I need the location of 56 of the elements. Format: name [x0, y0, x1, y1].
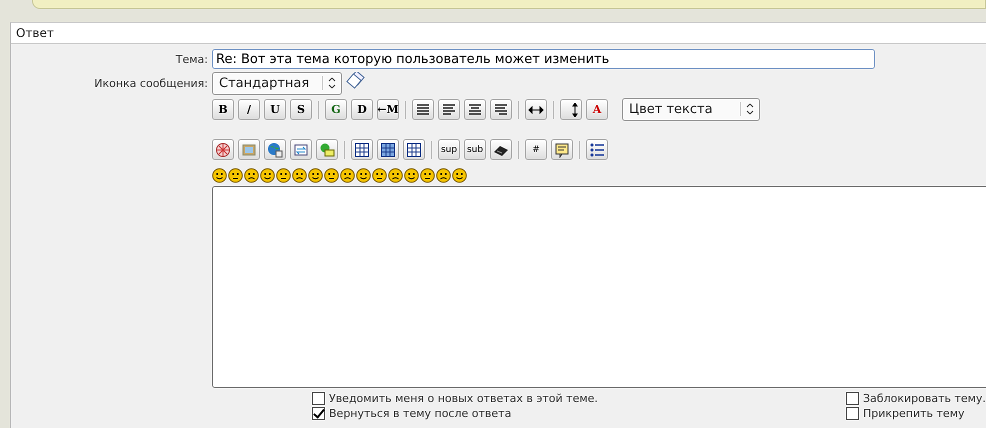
smiley-icon[interactable] — [420, 168, 435, 183]
format-button[interactable]: S — [290, 99, 312, 120]
smiley-icon[interactable] — [436, 168, 451, 183]
list-icon[interactable] — [586, 139, 608, 160]
image-icon[interactable] — [238, 139, 260, 160]
chevron-icon — [322, 76, 338, 90]
subject-field[interactable]: Re: Вот эта тема которую пользователь может изменить — [212, 49, 875, 69]
smiley-icon[interactable] — [276, 168, 291, 183]
align-justify-icon[interactable] — [438, 99, 460, 120]
format-button[interactable]: D — [351, 99, 373, 120]
format-button[interactable]: U — [264, 99, 286, 120]
smiley-icon[interactable] — [244, 168, 259, 183]
checkbox[interactable] — [312, 392, 325, 405]
align-center-icon[interactable] — [464, 99, 486, 120]
option-label: Вернуться в тему после ответа — [329, 407, 512, 420]
smiley-icon[interactable] — [212, 168, 227, 183]
format-button[interactable]: sup — [438, 139, 460, 160]
align-left-icon[interactable] — [412, 99, 434, 120]
smiley-icon[interactable] — [260, 168, 275, 183]
smiley-icon[interactable] — [340, 168, 355, 183]
format-button[interactable]: ←M — [377, 99, 399, 120]
message-icon-label: Иконка сообщения: — [93, 77, 208, 90]
format-button[interactable]: B — [212, 99, 234, 120]
format-button[interactable]: sub — [464, 139, 486, 160]
smiley-icon[interactable] — [324, 168, 339, 183]
smiley-icon[interactable] — [356, 168, 371, 183]
option-label: Уведомить меня о новых ответах в этой теме. — [329, 392, 598, 405]
text-color-select[interactable]: Цвет текста — [622, 98, 760, 121]
documents-icon — [346, 72, 366, 90]
smiley-icon[interactable] — [228, 168, 243, 183]
message-icon-select[interactable]: Стандартная — [212, 72, 342, 95]
note-icon[interactable] — [551, 139, 573, 160]
format-button[interactable]: # — [525, 139, 547, 160]
smiley-icon[interactable] — [372, 168, 387, 183]
panel-title: Ответ — [11, 23, 986, 44]
format-button[interactable]: / — [238, 99, 260, 120]
smiley-icon[interactable] — [308, 168, 323, 183]
smiley-icon[interactable] — [452, 168, 467, 183]
option-label: Заблокировать тему. — [863, 392, 986, 405]
option-label: Прикрепить тему — [863, 407, 965, 420]
checkbox[interactable] — [312, 407, 325, 420]
smiley-icon[interactable] — [404, 168, 419, 183]
table-icon[interactable] — [377, 139, 399, 160]
align-right-icon[interactable] — [490, 99, 512, 120]
format-button[interactable]: A — [586, 99, 608, 120]
smiley-icon[interactable] — [388, 168, 403, 183]
table-icon[interactable] — [403, 139, 425, 160]
globe-icon[interactable] — [264, 139, 286, 160]
checkbox[interactable] — [846, 392, 859, 405]
subject-label: Тема: — [174, 52, 208, 66]
table-icon[interactable] — [351, 139, 373, 160]
smiley-icon[interactable] — [292, 168, 307, 183]
chevron-icon — [740, 102, 756, 116]
refresh-icon[interactable] — [290, 139, 312, 160]
format-button[interactable]: G — [325, 99, 347, 120]
checkbox[interactable] — [846, 407, 859, 420]
